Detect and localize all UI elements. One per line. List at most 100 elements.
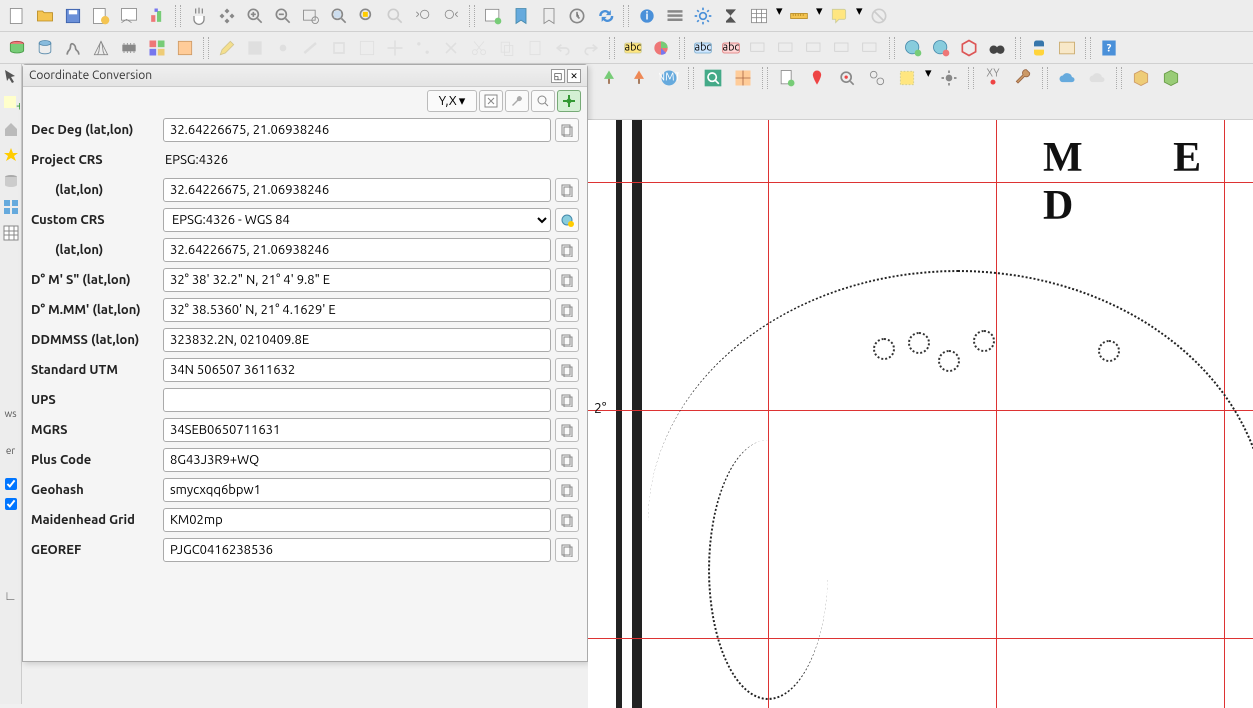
wrench-icon[interactable] [1009,64,1037,92]
dropdown-arrow-icon[interactable]: ▾ [776,4,782,28]
dropdown-arrow-icon[interactable]: ▾ [856,4,862,28]
pan-to-selection-icon[interactable] [214,3,240,29]
copy-ddmmss-button[interactable] [555,328,579,352]
save-icon[interactable] [60,3,86,29]
zoom-in-icon[interactable] [242,3,268,29]
show-label-icon[interactable] [774,35,800,61]
copy-customcrs-button[interactable] [555,238,579,262]
ddmmss-input[interactable] [163,328,551,352]
db-icon[interactable] [2,172,20,190]
pin-red-icon[interactable] [803,64,831,92]
pin-label-icon[interactable] [746,35,772,61]
dropdown-arrow-icon[interactable]: ▾ [816,4,822,28]
settings-gear-icon[interactable] [935,64,963,92]
new-virtual-icon[interactable] [172,35,198,61]
datasource-manager-icon[interactable] [4,35,30,61]
copy-ups-button[interactable] [555,388,579,412]
cog-icon[interactable] [690,3,716,29]
zoom-layer-icon[interactable] [382,3,408,29]
copy-maidenhead-button[interactable] [555,508,579,532]
tree-green-icon[interactable] [595,64,623,92]
panel-undock-button[interactable]: ◱ [551,69,565,83]
pluscode-input[interactable] [163,448,551,472]
style-manager-icon[interactable] [144,3,170,29]
help-icon[interactable]: ? [1096,35,1122,61]
clear-button[interactable] [479,90,503,112]
ups-input[interactable] [163,388,551,412]
new-spatialite-icon[interactable] [88,35,114,61]
cloud-icon[interactable] [1053,64,1081,92]
search-green-icon[interactable] [699,64,727,92]
temporal-icon[interactable] [564,3,590,29]
grid-icon[interactable] [2,198,20,216]
cube-yellow-icon[interactable] [1127,64,1155,92]
move-feature-icon[interactable] [382,35,408,61]
copy-georef-button[interactable] [555,538,579,562]
zoom-selection-icon[interactable] [354,3,380,29]
change-label-icon[interactable] [858,35,884,61]
add-polygon-icon[interactable] [326,35,352,61]
diagram-icon[interactable] [648,35,674,61]
scroll-map-icon[interactable] [1054,35,1080,61]
maidenhead-input[interactable] [163,508,551,532]
globe-remove-icon[interactable] [928,35,954,61]
nmt-icon[interactable]: NMT [655,64,683,92]
copy-projectcrs-button[interactable] [555,178,579,202]
dmm-input[interactable] [163,298,551,322]
label-abc-blue-icon[interactable]: abc [690,35,716,61]
measure-icon[interactable] [786,3,812,29]
decdeg-input[interactable] [163,118,551,142]
add-line-icon[interactable] [298,35,324,61]
panel-close-button[interactable]: ✕ [567,69,581,83]
copy-pluscode-button[interactable] [555,448,579,472]
sigma-icon[interactable] [718,3,744,29]
binoculars-icon[interactable] [984,35,1010,61]
edit-pencil-icon[interactable] [214,35,240,61]
move-label-icon[interactable] [802,35,828,61]
layout-manager-icon[interactable] [116,3,142,29]
new-map-view-icon[interactable] [480,3,506,29]
pan-icon[interactable] [186,3,212,29]
collapse-arrow-icon[interactable]: ∟ [2,586,20,604]
refresh-icon[interactable] [592,3,618,29]
multi-zoom-icon[interactable] [863,64,891,92]
dropdown-arrow-icon[interactable]: ▾ [925,66,931,90]
hexagon-icon[interactable] [956,35,982,61]
crs-picker-button[interactable] [555,208,579,232]
map-canvas[interactable]: M E D 2° [588,120,1253,708]
new-bookmark-icon[interactable] [508,3,534,29]
coord-order-dropdown[interactable]: Y,X▾ [427,90,477,112]
delete-feature-icon[interactable] [438,35,464,61]
star-icon[interactable] [2,146,20,164]
map-layers-icon[interactable] [729,64,757,92]
copy-dms-button[interactable] [555,268,579,292]
settings-button[interactable] [505,90,529,112]
copy-icon[interactable] [494,35,520,61]
save-edits-icon[interactable] [242,35,268,61]
undo-icon[interactable] [550,35,576,61]
new-memory-icon[interactable] [116,35,142,61]
cursor-icon[interactable] [2,68,20,86]
actions-icon[interactable] [662,3,688,29]
new-mesh-icon[interactable] [144,35,170,61]
redo-icon[interactable] [578,35,604,61]
zoom-next-icon[interactable] [438,3,464,29]
geohash-input[interactable] [163,478,551,502]
panel-titlebar[interactable]: Coordinate Conversion ◱ ✕ [23,65,587,87]
doc-add-icon[interactable] [773,64,801,92]
new-layout-icon[interactable] [88,3,114,29]
cube-green-icon[interactable] [1157,64,1185,92]
maptips-icon[interactable] [826,3,852,29]
label-abc-yellow-icon[interactable]: abc [620,35,646,61]
copy-geohash-button[interactable] [555,478,579,502]
mgrs-input[interactable] [163,418,551,442]
georef-input[interactable] [163,538,551,562]
zoom-out-icon[interactable] [270,3,296,29]
new-project-icon[interactable] [4,3,30,29]
add-point-icon[interactable] [270,35,296,61]
zoom-full-icon[interactable] [326,3,352,29]
python-icon[interactable] [1026,35,1052,61]
dms-input[interactable] [163,268,551,292]
node-tool-icon[interactable] [410,35,436,61]
copy-utm-button[interactable] [555,358,579,382]
